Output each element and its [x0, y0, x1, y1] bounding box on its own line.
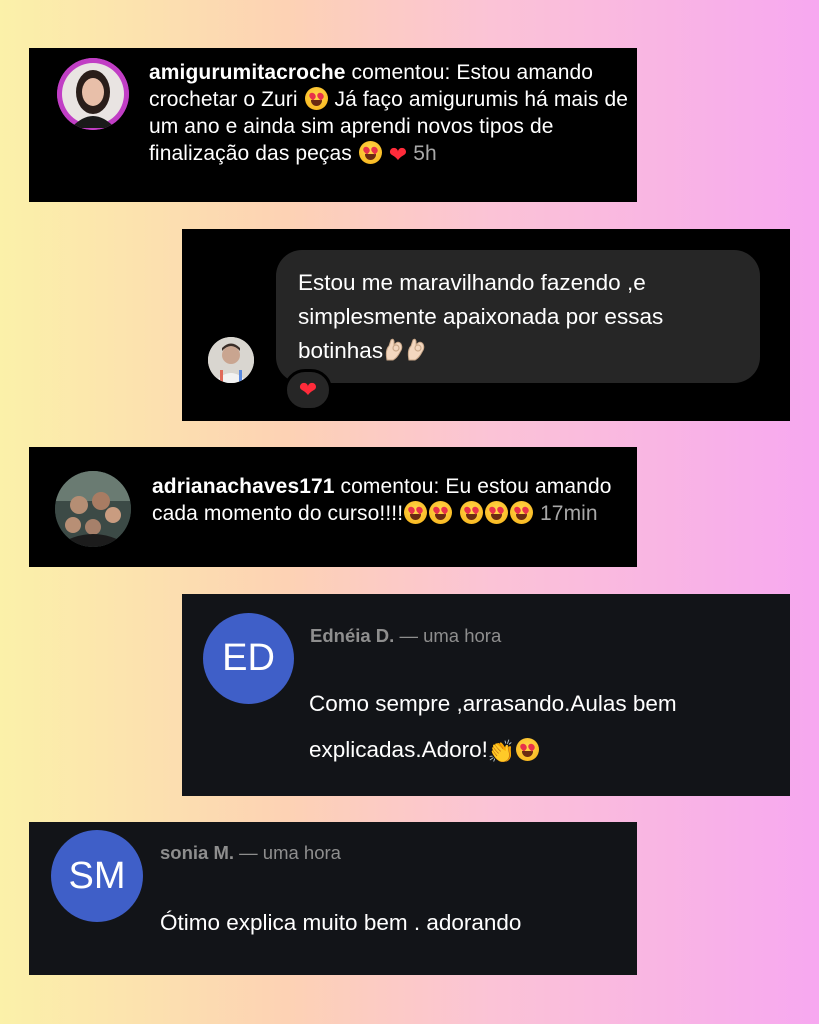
timestamp: — uma hora [234, 842, 341, 863]
comment-text: Como sempre ,arrasando.Aulas bem explica… [309, 681, 769, 775]
comment-card-sonia: SM sonia M. — uma hora Ótimo explica mui… [29, 822, 637, 975]
heart-eyes-emoji-icon [358, 141, 382, 164]
ok-hand-emoji-icon [385, 338, 403, 361]
avatar[interactable] [57, 58, 129, 130]
comment-text: adrianachaves171 comentou: Eu estou aman… [152, 473, 622, 527]
avatar[interactable] [208, 337, 254, 383]
comment-text: Ótimo explica muito bem . adorando [160, 910, 522, 935]
message-card: Estou me maravilhando fazendo ,e simples… [182, 229, 790, 421]
avatar[interactable] [55, 471, 131, 547]
avatar-initials[interactable]: SM [51, 830, 143, 922]
timestamp: — uma hora [394, 625, 502, 646]
username[interactable]: amigurumitacroche [149, 61, 346, 84]
author-name[interactable]: Ednéia D. [310, 625, 394, 646]
comment-text: amigurumitacroche comentou: Estou amando… [149, 59, 629, 168]
author-name[interactable]: sonia M. [160, 842, 234, 863]
ok-hand-emoji-icon [407, 338, 425, 361]
comment-meta: Ednéia D. — uma hora [310, 625, 501, 647]
heart-eyes-emoji-icon [429, 501, 453, 524]
comment-meta: sonia M. — uma hora [160, 842, 341, 864]
comment-card-adrianachaves171: adrianachaves171 comentou: Eu estou aman… [29, 447, 637, 567]
username[interactable]: adrianachaves171 [152, 475, 335, 498]
message-text: Estou me maravilhando fazendo ,e simples… [298, 270, 664, 363]
timestamp: 5h [413, 142, 437, 165]
heart-eyes-emoji-icon [460, 501, 484, 524]
heart-eyes-emoji-icon [404, 501, 428, 524]
reaction-badge[interactable]: ❤ [284, 369, 332, 411]
heart-eyes-emoji-icon [304, 87, 328, 110]
timestamp: 17min [540, 502, 598, 525]
comment-card-amigurumitacroche: amigurumitacroche comentou: Estou amando… [29, 48, 637, 202]
heart-icon: ❤ [298, 377, 318, 402]
heart-eyes-emoji-icon [516, 738, 540, 761]
avatar-initials[interactable]: ED [203, 613, 294, 704]
heart-eyes-emoji-icon [510, 501, 534, 524]
message-bubble[interactable]: Estou me maravilhando fazendo ,e simples… [276, 250, 760, 383]
clapping-hands-emoji-icon: 👏 [487, 739, 516, 764]
comment-card-ednéia: ED Ednéia D. — uma hora Como sempre ,arr… [182, 594, 790, 796]
heart-eyes-emoji-icon [485, 501, 509, 524]
heart-icon: ❤ [388, 142, 408, 167]
